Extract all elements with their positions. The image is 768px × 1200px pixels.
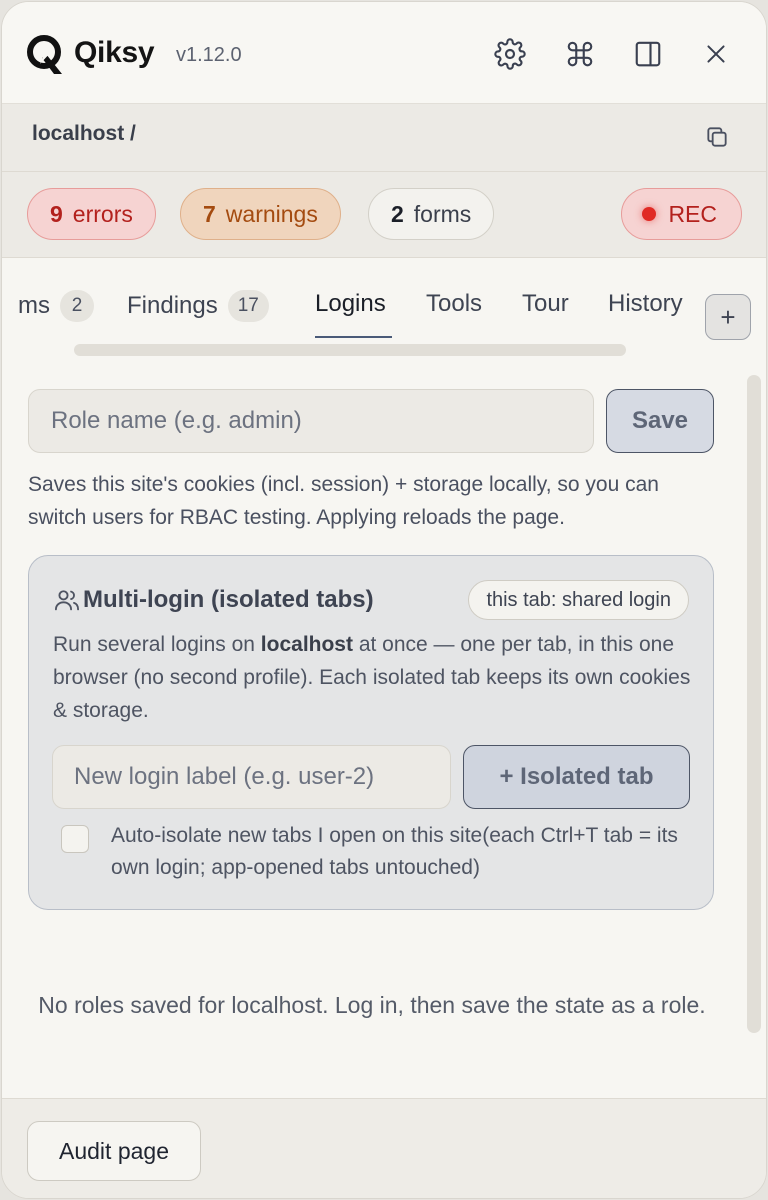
warnings-count: 7	[203, 200, 216, 227]
new-login-label-input[interactable]: New login label (e.g. user-2)	[52, 745, 451, 809]
roles-help-text: Saves this site's cookies (incl. session…	[28, 473, 659, 529]
tab-label: Tools	[426, 290, 483, 317]
tab-history[interactable]: History	[608, 290, 683, 318]
tab-label: Findings	[127, 292, 218, 319]
qiksy-logo-icon	[27, 35, 62, 74]
empty-roles-message: No roles saved for localhost. Log in, th…	[38, 992, 706, 1018]
multi-login-title: Multi-login (isolated tabs)	[53, 586, 374, 614]
role-name-input[interactable]: Role name (e.g. admin)	[28, 389, 594, 453]
warnings-badge[interactable]: 7 warnings	[180, 188, 341, 240]
tab-findings[interactable]: Findings 17	[127, 290, 269, 322]
active-tab-indicator	[315, 336, 392, 338]
multi-login-title-text: Multi-login (isolated tabs)	[83, 586, 374, 613]
record-dot-icon	[642, 207, 657, 221]
brand-name: Qiksy	[74, 36, 155, 69]
tab-count-badge: 2	[60, 290, 94, 322]
header: Qiksy v1.12.0	[2, 2, 766, 104]
host-name: localhost	[260, 633, 353, 656]
warnings-label: warnings	[225, 200, 318, 227]
tab-label: Tour	[522, 290, 569, 317]
auto-isolate-label[interactable]: Auto-isolate new tabs I open on this sit…	[111, 820, 691, 884]
tab-count-badge: 17	[227, 290, 269, 322]
users-icon	[54, 590, 80, 611]
breadcrumb: localhost /	[32, 122, 136, 145]
multi-login-card: Multi-login (isolated tabs) this tab: sh…	[28, 555, 714, 910]
save-role-button[interactable]: Save	[606, 389, 714, 453]
auto-isolate-checkbox[interactable]	[61, 825, 89, 853]
audit-page-button[interactable]: Audit page	[27, 1121, 201, 1181]
logins-panel: Role name (e.g. admin) Save Saves this s…	[2, 368, 742, 1098]
gear-icon[interactable]	[492, 36, 528, 72]
copy-icon[interactable]	[704, 124, 730, 150]
extension-panel: Qiksy v1.12.0 localhost / 9 errors 7 war…	[1, 1, 767, 1199]
tab-login-status-chip: this tab: shared login	[468, 580, 689, 620]
status-badges: 9 errors 7 warnings 2 forms REC	[2, 172, 766, 258]
tab-logins[interactable]: Logins	[315, 290, 386, 318]
errors-label: errors	[72, 200, 133, 227]
tab-label: ms	[18, 292, 50, 319]
forms-label: forms	[413, 200, 472, 227]
errors-count: 9	[50, 200, 63, 227]
tab-label: History	[608, 290, 683, 317]
errors-badge[interactable]: 9 errors	[27, 188, 156, 240]
sidebar-panel-icon[interactable]	[630, 36, 666, 72]
breadcrumb-bar: localhost /	[2, 104, 766, 172]
forms-count: 2	[391, 200, 404, 227]
content-scrollbar[interactable]	[747, 375, 761, 1033]
tab-label: Logins	[315, 290, 386, 317]
tab-bar: ms 2 Findings 17 Logins Tools Tour Histo…	[2, 258, 692, 368]
forms-badge[interactable]: 2 forms	[368, 188, 495, 240]
record-label: REC	[668, 200, 717, 227]
close-icon[interactable]	[698, 36, 734, 72]
footer: Audit page	[2, 1098, 766, 1198]
record-button[interactable]: REC	[621, 188, 742, 240]
multi-login-description: Run several logins on localhost at once …	[53, 633, 691, 722]
tab-tools[interactable]: Tools	[426, 290, 482, 318]
tab-items[interactable]: ms 2	[18, 290, 94, 322]
command-icon[interactable]	[562, 36, 598, 72]
add-tab-button[interactable]: +	[705, 294, 751, 340]
tab-scrollbar[interactable]	[74, 344, 626, 356]
tab-tour[interactable]: Tour	[522, 290, 569, 318]
version-label: v1.12.0	[176, 44, 242, 66]
add-isolated-tab-button[interactable]: + Isolated tab	[463, 745, 690, 809]
